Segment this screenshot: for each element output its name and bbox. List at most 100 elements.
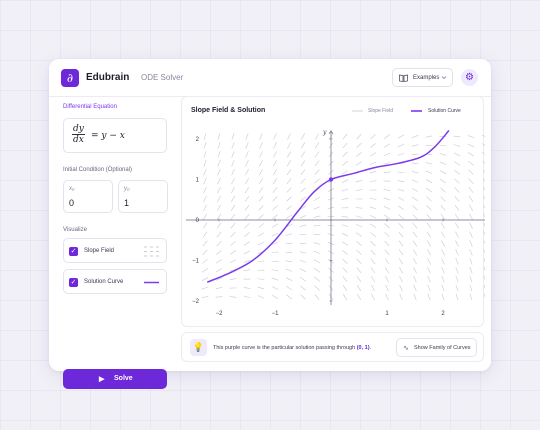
x0-value: 0 [69, 198, 75, 208]
slope-segment [412, 240, 418, 247]
slope-segment [411, 179, 419, 183]
slope-segment [300, 276, 306, 282]
app-header: ∂ Edubrain ODE Solver Examples ⚙ [49, 59, 491, 97]
slope-segment [231, 186, 235, 194]
slope-segment [229, 278, 237, 281]
slope-segment [369, 206, 377, 210]
slope-segment [273, 142, 277, 149]
slope-field-checkbox[interactable]: ✓ [69, 247, 78, 256]
slope-segment [356, 241, 362, 246]
slope-segment [397, 153, 405, 156]
slope-segment [257, 286, 265, 290]
slope-segment [201, 277, 209, 282]
slope-segment [398, 249, 404, 256]
slope-segment [482, 169, 485, 173]
slope-segment [469, 293, 473, 301]
slope-segment [202, 240, 208, 247]
slope-segment [399, 275, 403, 283]
slope-segment [483, 284, 485, 290]
slope-segment [483, 240, 485, 245]
slope-segment [342, 142, 348, 149]
slope-segment [273, 133, 277, 140]
slope-segment [468, 187, 474, 193]
slope-segment [258, 205, 264, 211]
slope-segment [469, 222, 473, 229]
slope-segment [230, 204, 236, 211]
slope-segment [271, 294, 279, 300]
examples-dropdown[interactable]: Examples [392, 68, 453, 87]
slope-segment [231, 160, 235, 167]
x0-field[interactable]: x₀ 0 [63, 180, 113, 213]
slope-segment [355, 161, 363, 166]
slope-segment [483, 258, 485, 263]
slope-segment [369, 152, 377, 157]
solution-curve [207, 130, 450, 283]
solve-button[interactable]: ▶ Solve [63, 369, 167, 389]
slope-segment [369, 170, 377, 174]
slope-segment [355, 223, 363, 228]
ode-plot[interactable]: xy−2−112−2−1012 [182, 97, 485, 328]
slope-segment [285, 233, 293, 236]
slope-segment [314, 267, 320, 273]
slope-segment [441, 231, 445, 238]
slope-segment [397, 188, 405, 192]
slope-segment [356, 142, 362, 149]
app-logo: ∂ [61, 69, 79, 87]
slope-segment [300, 285, 306, 291]
slope-segment [426, 213, 432, 220]
slope-segment [439, 144, 447, 147]
slope-segment [454, 178, 460, 184]
slope-field-label: Slope Field [84, 248, 115, 254]
slope-segment [300, 294, 306, 300]
slope-segment [217, 133, 221, 140]
solution-curve-toggle[interactable]: ✓ Solution Curve [63, 269, 167, 294]
slope-segment [369, 223, 377, 228]
slope-segment [411, 135, 419, 139]
slope-segment [243, 250, 251, 255]
slope-segment [313, 206, 321, 210]
slope-segment [411, 144, 419, 147]
slope-segment [455, 240, 459, 247]
solve-label: Solve [114, 375, 133, 382]
slope-segment [230, 241, 236, 246]
x-tick-label: −2 [216, 311, 224, 317]
slope-segment [483, 204, 485, 209]
slope-segment [469, 249, 473, 256]
slope-segment [482, 152, 485, 155]
slope-segment [384, 258, 390, 265]
slope-segment [412, 196, 418, 202]
slope-segment [258, 178, 264, 185]
slope-segment [273, 151, 277, 158]
y0-field[interactable]: y₀ 1 [118, 180, 168, 213]
slope-segment [301, 133, 305, 140]
slope-segment [397, 197, 405, 201]
play-icon: ▶ [99, 376, 105, 383]
slope-segment [271, 251, 279, 254]
equation-input[interactable]: dy dx = y − x [63, 118, 167, 153]
slope-segment [453, 135, 461, 138]
slope-segment [425, 135, 433, 138]
slope-segment [483, 231, 485, 236]
slope-segment [314, 151, 320, 158]
slope-field-toggle[interactable]: ✓ Slope Field [63, 238, 167, 263]
slope-segment [383, 206, 391, 210]
settings-button[interactable]: ⚙ [461, 69, 478, 86]
slope-segment [469, 266, 473, 274]
slope-segment [397, 143, 405, 148]
show-family-button[interactable]: ∿ Show Family of Curves [396, 338, 477, 357]
slope-segment [370, 134, 376, 140]
slope-segment [286, 178, 292, 184]
slope-segment [300, 196, 306, 202]
slope-segment [341, 179, 349, 183]
slope-segment [300, 160, 306, 167]
slope-segment [342, 267, 348, 273]
solution-curve-checkbox[interactable]: ✓ [69, 278, 78, 287]
slope-segment [397, 180, 405, 183]
slope-segment [399, 284, 403, 292]
slope-segment [455, 266, 459, 274]
slope-segment [244, 232, 250, 237]
slope-segment [272, 196, 278, 202]
slope-segment [300, 169, 306, 176]
info-point: (0, 1) [356, 345, 370, 351]
slope-segment [341, 241, 349, 246]
